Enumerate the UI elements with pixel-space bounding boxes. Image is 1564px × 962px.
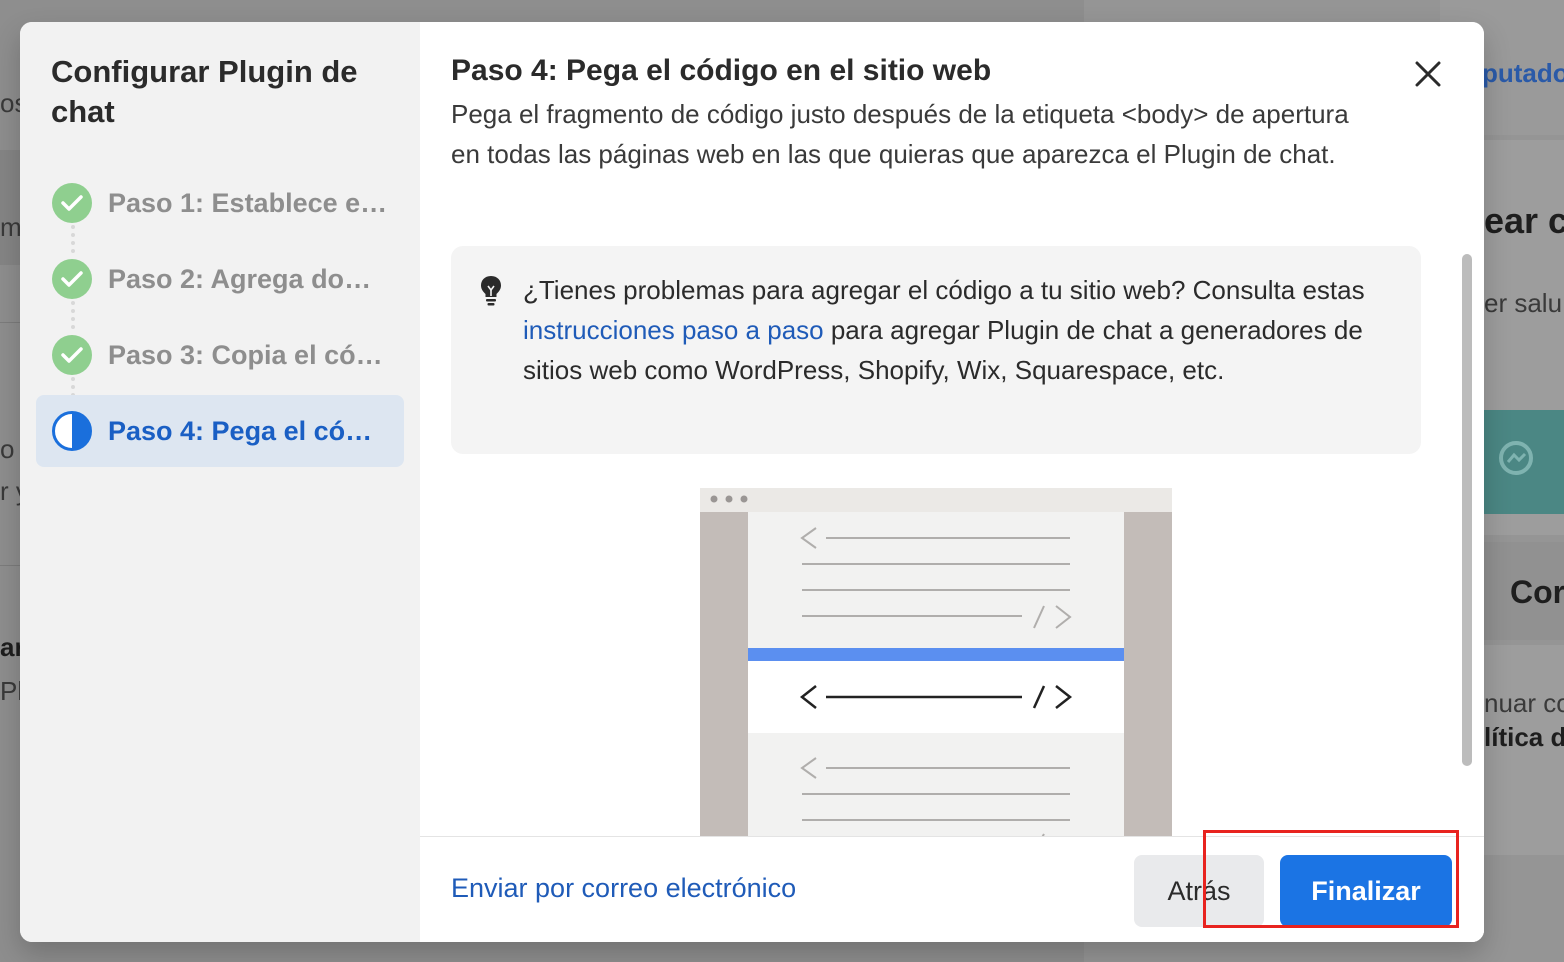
step-1[interactable]: Paso 1: Establece el idioma [36, 167, 404, 253]
step-4[interactable]: Paso 4: Pega el código en el sitio web [36, 395, 404, 467]
sidebar-title: Configurar Plugin de chat [51, 54, 358, 129]
scroll-content[interactable]: ¿Tienes problemas para agregar el código… [420, 244, 1484, 836]
main-panel: Paso 4: Pega el código en el sitio web P… [420, 22, 1484, 942]
lightbulb-icon [479, 274, 503, 311]
half-circle-progress-icon [52, 411, 92, 451]
send-email-link[interactable]: Enviar por correo electrónico [451, 873, 796, 904]
step-description: Pega el fragmento de código justo despué… [451, 99, 1349, 169]
close-button[interactable] [1408, 54, 1448, 94]
bg-messenger-button [1470, 410, 1564, 514]
bg-text: r y [0, 476, 20, 506]
instructions-link[interactable]: instrucciones paso a paso [523, 315, 824, 345]
step-label: Paso 1: Establece el idioma [108, 187, 388, 218]
steps-sidebar: Configurar Plugin de chat Paso 1: Establ… [20, 22, 420, 942]
tip-text: ¿Tienes problemas para agregar el código… [523, 270, 1383, 390]
page-title: Paso 4: Pega el código en el sitio web [451, 54, 992, 87]
bg-text: er salu [1484, 288, 1563, 318]
steps-list: Paso 1: Establece el idioma Paso 2: Agre… [36, 167, 404, 471]
close-icon [1415, 61, 1441, 87]
bg-text: ar [0, 632, 20, 662]
bg-divider [0, 322, 20, 323]
check-icon [52, 183, 92, 223]
bg-divider [0, 565, 20, 566]
step-label: Paso 4: Pega el código en el sitio web [108, 415, 388, 446]
back-button[interactable]: Atrás [1134, 855, 1264, 927]
bg-text: putado [1482, 58, 1564, 88]
bg-text: o c [0, 434, 20, 464]
scrollbar-thumb[interactable] [1462, 254, 1472, 766]
bg-text: Plu [0, 676, 20, 706]
check-icon [52, 259, 92, 299]
bg-text: lítica d [1484, 722, 1564, 752]
step-label: Paso 3: Copia el código [108, 339, 388, 370]
bg-text: nuar co [1484, 688, 1564, 718]
scrollbar[interactable] [1456, 244, 1476, 836]
bg-left-strip [0, 150, 20, 265]
bg-text: Cor [1510, 574, 1564, 610]
setup-dialog: Configurar Plugin de chat Paso 1: Establ… [20, 22, 1484, 942]
finish-button[interactable]: Finalizar [1280, 855, 1452, 927]
code-placement-illustration [700, 488, 1172, 836]
check-icon [52, 335, 92, 375]
bg-text: ear co [1484, 200, 1564, 241]
tip-text-before: ¿Tienes problemas para agregar el código… [523, 275, 1365, 305]
step-3[interactable]: Paso 3: Copia el código [36, 319, 404, 405]
step-2[interactable]: Paso 2: Agrega dominios [36, 243, 404, 329]
tip-box: ¿Tienes problemas para agregar el código… [451, 246, 1421, 454]
dialog-footer: Enviar por correo electrónico Atrás Fina… [420, 836, 1484, 942]
bg-text: os [0, 88, 20, 118]
step-label: Paso 2: Agrega dominios [108, 263, 388, 294]
bg-text: m/ [0, 212, 20, 242]
